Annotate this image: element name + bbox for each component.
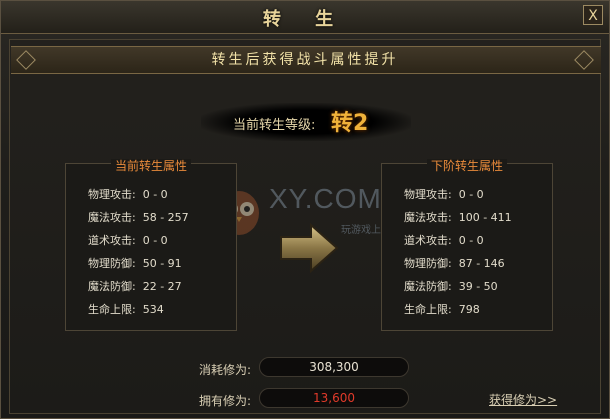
current-attr-row: 道术攻击: 0 - 0 (88, 234, 168, 247)
current-attr-row: 魔法防御: 22 - 27 (88, 280, 182, 293)
title-bar: 转 生 X (1, 1, 609, 34)
next-attr-row: 物理攻击: 0 - 0 (404, 188, 484, 201)
current-attr-row: 魔法攻击: 58 - 257 (88, 211, 189, 224)
next-attr-row: 魔法防御: 39 - 50 (404, 280, 498, 293)
current-attr-row: 生命上限: 534 (88, 303, 164, 316)
cost-label: 消耗修为: (198, 363, 251, 377)
current-attr-row: 物理攻击: 0 - 0 (88, 188, 168, 201)
owned-label: 拥有修为: (198, 394, 251, 408)
rebirth-level-value: 转2 (331, 111, 369, 136)
cost-value: 308,300 (259, 357, 409, 377)
next-attr-row: 道术攻击: 0 - 0 (404, 234, 484, 247)
banner-text: 转生后获得战斗属性提升 (211, 52, 399, 68)
next-attr-row: 物理防御: 87 - 146 (404, 257, 505, 270)
current-attr-row: 物理防御: 50 - 91 (88, 257, 182, 270)
get-cultivation-link[interactable]: 获得修为>> (489, 391, 557, 408)
next-attributes-title: 下阶转生属性 (426, 159, 507, 173)
window-title: 转 生 (262, 9, 348, 30)
next-attr-row: 魔法攻击: 100 - 411 (404, 211, 512, 224)
rebirth-window: 转 生 X 转生后获得战斗属性提升 当前转生等级: 转2 XY.COM 玩游戏上… (0, 0, 610, 419)
arrow-right-icon (280, 222, 339, 274)
next-attributes-box: 下阶转生属性 物理攻击: 0 - 0 魔法攻击: 100 - 411 道术攻击:… (381, 159, 553, 331)
close-button[interactable]: X (583, 5, 603, 25)
watermark-text: XY.COM (269, 183, 382, 214)
rebirth-level-label: 当前转生等级: (233, 118, 316, 133)
owned-value: 13,600 (259, 388, 409, 408)
current-attributes-box: 当前转生属性 物理攻击: 0 - 0 魔法攻击: 58 - 257 道术攻击: … (65, 159, 237, 331)
current-attributes-title: 当前转生属性 (110, 159, 191, 173)
next-attr-row: 生命上限: 798 (404, 303, 480, 316)
